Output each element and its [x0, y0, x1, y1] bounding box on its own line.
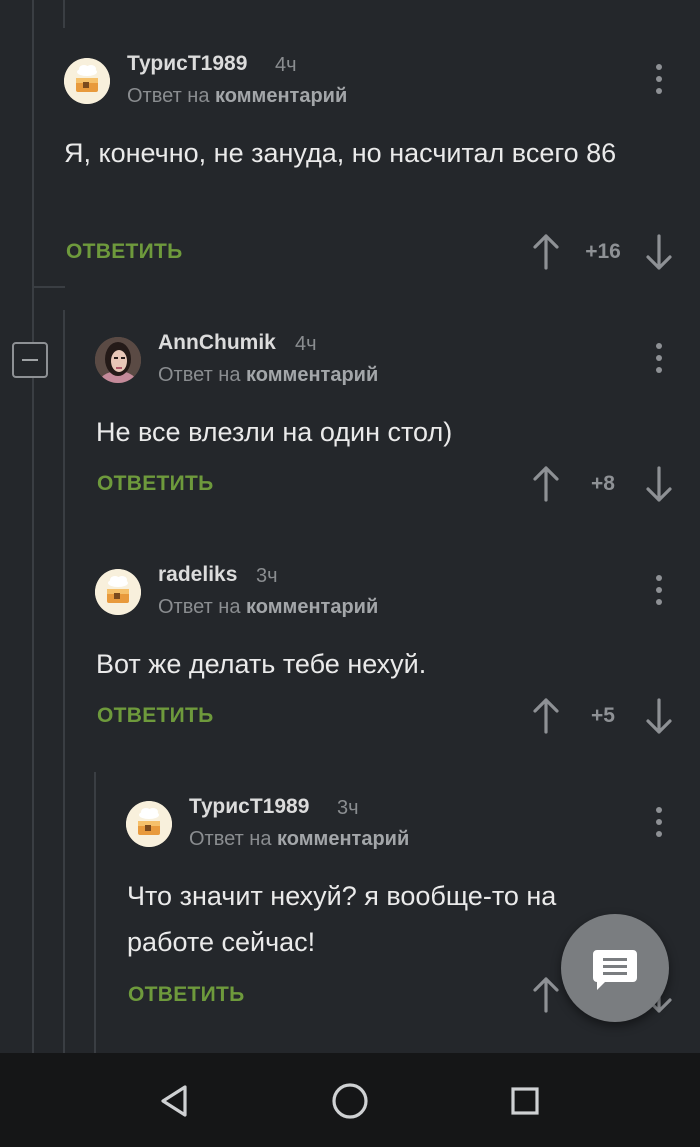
comment-text: Я, конечно, не зануда, но насчитал всего… — [64, 138, 617, 168]
thread-line-level0 — [63, 0, 65, 28]
write-comment-button[interactable] — [561, 914, 669, 1022]
reply-target-link[interactable]: комментарий — [277, 828, 409, 850]
reply-prefix: Ответ на — [127, 85, 210, 107]
comment-text: Не все влезли на один стол) — [96, 417, 453, 447]
cake-icon — [64, 58, 110, 104]
photo-avatar[interactable] — [95, 337, 141, 383]
collapse-thread-button[interactable] — [12, 342, 48, 378]
reply-target-link[interactable]: комментарий — [246, 596, 378, 618]
comment-time: 3ч — [337, 797, 359, 819]
reply-prefix: Ответ на — [158, 596, 241, 618]
cake-icon — [126, 801, 172, 847]
rating-value: +5 — [591, 704, 615, 727]
comment-username[interactable]: radeliks — [158, 563, 237, 587]
recents-square-icon[interactable] — [501, 1077, 549, 1125]
arrow-up-icon[interactable] — [531, 698, 561, 734]
user-photo-icon — [95, 337, 141, 383]
cake-icon — [95, 569, 141, 615]
more-options-button[interactable] — [647, 805, 671, 839]
cake-avatar[interactable] — [95, 569, 141, 615]
reply-button[interactable]: ОТВЕТИТЬ — [97, 472, 214, 496]
more-options-button[interactable] — [647, 573, 671, 607]
reply-button[interactable]: ОТВЕТИТЬ — [97, 704, 214, 728]
comment-username[interactable]: ТурисТ1989 — [127, 52, 247, 76]
arrow-up-icon[interactable] — [531, 466, 561, 502]
cake-avatar[interactable] — [126, 801, 172, 847]
reply-button[interactable]: ОТВЕТИТЬ — [128, 983, 245, 1007]
reply-to-line: Ответ на комментарий — [127, 85, 347, 108]
comment-text: Вот же делать тебе нехуй. — [96, 649, 427, 679]
rating-value: +8 — [591, 472, 615, 495]
more-options-button[interactable] — [647, 62, 671, 96]
comment-time: 4ч — [295, 333, 317, 355]
comment-time: 3ч — [256, 565, 278, 587]
rating-value: +16 — [585, 240, 621, 263]
comment-time: 4ч — [275, 54, 297, 76]
reply-to-line: Ответ на комментарий — [189, 828, 409, 851]
reply-prefix: Ответ на — [189, 828, 272, 850]
more-options-button[interactable] — [647, 341, 671, 375]
back-triangle-icon[interactable] — [151, 1077, 199, 1125]
reply-prefix: Ответ на — [158, 364, 241, 386]
reply-to-line: Ответ на комментарий — [158, 596, 378, 619]
thread-line-level3 — [94, 772, 96, 1053]
home-circle-icon[interactable] — [326, 1077, 374, 1125]
arrow-up-icon[interactable] — [531, 234, 561, 270]
comment-username[interactable]: ТурисТ1989 — [189, 795, 309, 819]
arrow-down-icon[interactable] — [644, 698, 674, 734]
cake-avatar[interactable] — [64, 58, 110, 104]
reply-target-link[interactable]: комментарий — [246, 364, 378, 386]
arrow-up-icon[interactable] — [531, 977, 561, 1013]
comment-icon — [593, 950, 637, 990]
thread-line-level2 — [63, 310, 65, 1053]
reply-target-link[interactable]: комментарий — [215, 85, 347, 107]
reply-to-line: Ответ на комментарий — [158, 364, 378, 387]
thread-line-level1 — [32, 0, 34, 1053]
system-nav-bar — [0, 1053, 700, 1147]
arrow-down-icon[interactable] — [644, 234, 674, 270]
thread-line-elbow — [32, 286, 65, 288]
arrow-down-icon[interactable] — [644, 466, 674, 502]
comment-username[interactable]: AnnChumik — [158, 331, 276, 355]
reply-button[interactable]: ОТВЕТИТЬ — [66, 240, 183, 264]
